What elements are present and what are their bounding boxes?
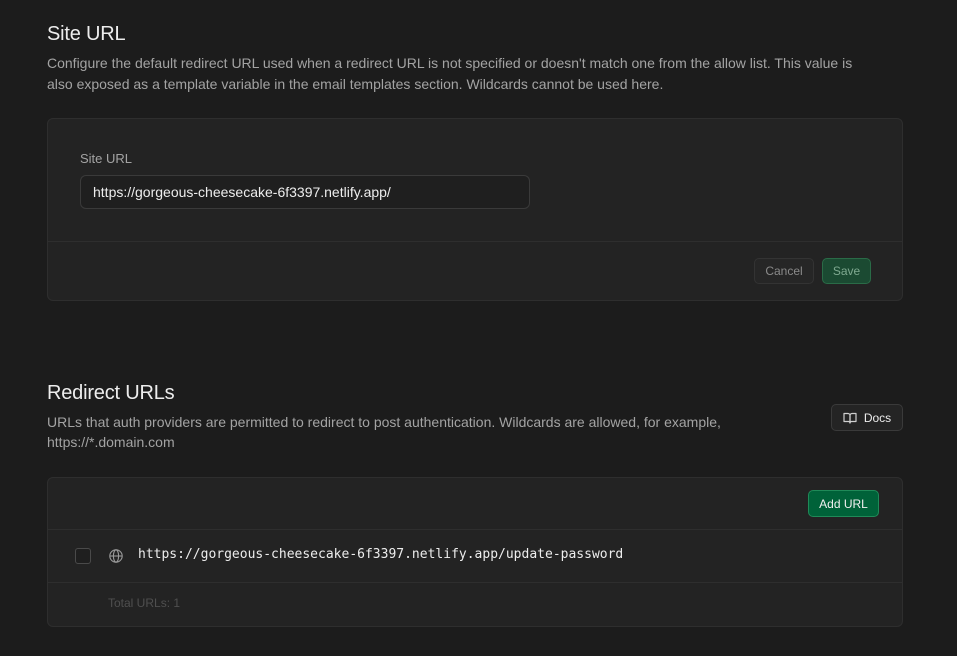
site-url-description-line2: also exposed as a template variable in t…: [47, 76, 664, 92]
panel-divider: [48, 241, 902, 242]
site-url-panel: Site URL Cancel Save: [47, 118, 903, 301]
redirect-urls-title: Redirect URLs: [47, 382, 175, 404]
redirect-url-row: https://gorgeous-cheesecake-6f3397.netli…: [48, 530, 902, 582]
cancel-button[interactable]: Cancel: [754, 258, 814, 284]
redirect-urls-description-line1: URLs that auth providers are permitted t…: [47, 414, 721, 430]
row-checkbox[interactable]: [75, 548, 91, 564]
total-urls-count: Total URLs: 1: [108, 596, 181, 610]
add-url-button[interactable]: Add URL: [808, 490, 879, 517]
book-open-icon: [843, 412, 857, 424]
site-url-description-line1: Configure the default redirect URL used …: [47, 55, 853, 71]
redirect-urls-panel: Add URL https://gorgeous-cheesecake-6f33…: [47, 477, 903, 627]
site-url-input[interactable]: [80, 175, 530, 209]
site-url-field-label: Site URL: [80, 151, 133, 166]
redirect-urls-description-line2: https://*.domain.com: [47, 434, 175, 450]
docs-label: Docs: [863, 410, 892, 425]
globe-icon: [109, 549, 123, 563]
url-configuration-page: Site URL Configure the default redirect …: [0, 0, 957, 656]
redirect-url-value: https://gorgeous-cheesecake-6f3397.netli…: [138, 547, 624, 562]
docs-button[interactable]: Docs: [831, 404, 903, 431]
row-divider: [48, 582, 902, 583]
save-button[interactable]: Save: [822, 258, 871, 284]
site-url-title: Site URL: [47, 23, 126, 45]
